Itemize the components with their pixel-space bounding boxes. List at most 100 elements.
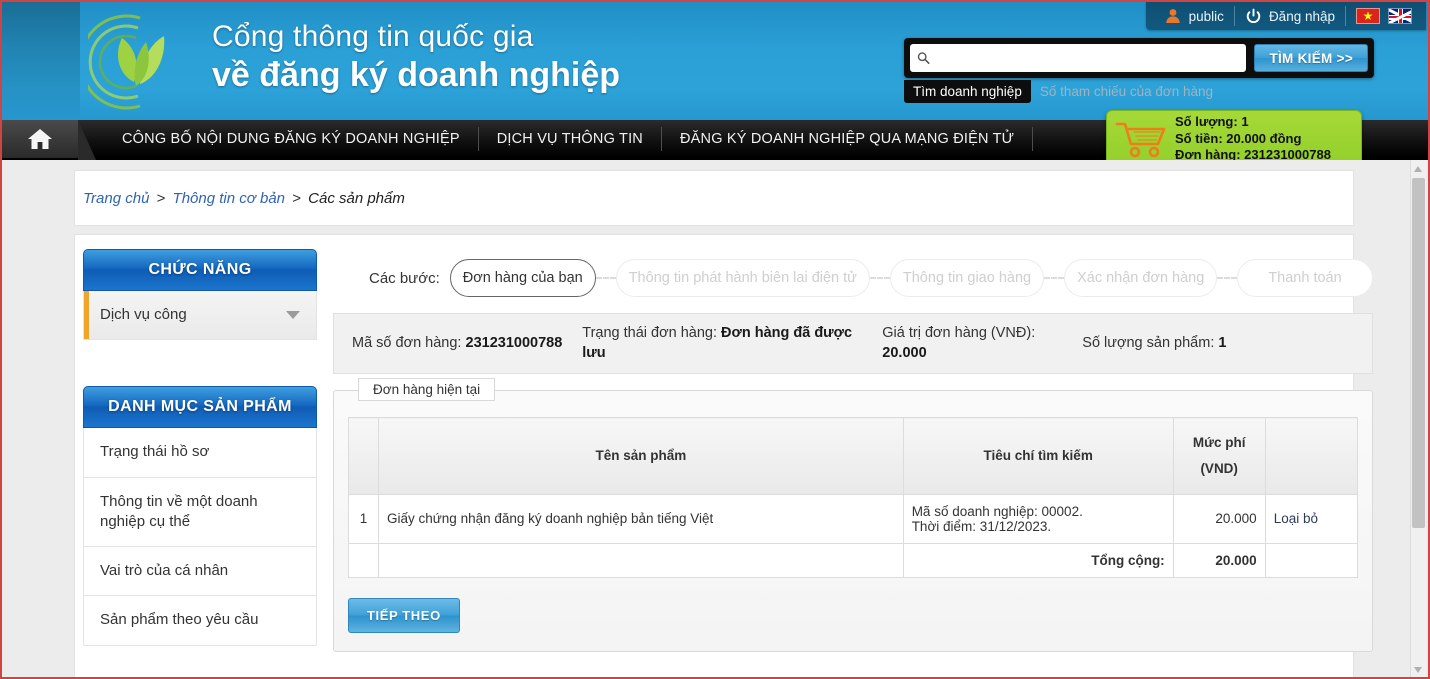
site-header: Cổng thông tin quốc gia về đăng ký doanh… <box>2 2 1428 120</box>
power-icon <box>1246 8 1261 23</box>
search-input-wrap <box>910 44 1247 72</box>
step-thong-tin-phat-hanh[interactable]: Thông tin phát hành biên lai điện tử <box>615 259 870 298</box>
search-tab-business[interactable]: Tìm doanh nghiệp <box>904 80 1031 103</box>
search-tab-order-reference[interactable]: Số tham chiếu của đơn hàng <box>1031 80 1222 103</box>
search-tabs: Tìm doanh nghiệp Số tham chiếu của đơn h… <box>904 80 1374 103</box>
breadcrumb-current: Các sản phẩm <box>308 189 405 207</box>
step-don-hang-cua-ban[interactable]: Đơn hàng của bạn <box>449 259 596 298</box>
site-title-line2: về đăng ký doanh nghiệp <box>212 55 621 94</box>
row-criteria-line2: Thời điểm: 31/12/2023. <box>911 518 1052 534</box>
sidebar-item-thong-tin-doanh-nghiep[interactable]: Thông tin về một doanh nghiệp cụ thể <box>83 477 317 547</box>
order-table-body: 1 Giấy chứng nhận đăng ký doanh nghiệp b… <box>348 493 1358 578</box>
main-navigation: CÔNG BỐ NỘI DUNG ĐĂNG KÝ DOANH NGHIỆP DỊ… <box>2 110 1428 168</box>
flag-vietnam-icon[interactable] <box>1356 8 1380 24</box>
total-value: 20.000 <box>1172 542 1266 578</box>
site-logo[interactable] <box>88 10 208 114</box>
sidebar-item-trang-thai-ho-so[interactable]: Trạng thái hồ sơ <box>83 428 317 478</box>
home-icon <box>28 129 52 149</box>
sidebar-item-dich-vu-cong[interactable]: Dịch vụ công <box>83 291 317 341</box>
step-thong-tin-giao-hang[interactable]: Thông tin giao hàng <box>889 259 1045 298</box>
browser-viewport: Cổng thông tin quốc gia về đăng ký doanh… <box>0 0 1430 679</box>
search-row: TÌM KIẾM >> <box>904 38 1374 78</box>
steps-label: Các bước: <box>369 269 440 287</box>
order-table-head: Tên sản phẩm Tiêu chí tìm kiếm Mức phí (… <box>348 417 1358 495</box>
th-action <box>1264 417 1358 495</box>
order-code-value: 231231000788 <box>465 334 563 351</box>
remove-item-link[interactable]: Loại bỏ <box>1274 511 1318 526</box>
sidebar-catalog-title: DANH MỤC SẢN PHẨM <box>83 386 317 429</box>
th-fee: Mức phí (VND) <box>1172 417 1266 495</box>
sidebar-item-san-pham-theo-yeu-cau[interactable]: Sản phẩm theo yêu cầu <box>83 596 317 646</box>
step-connector-3 <box>1044 277 1065 280</box>
sidebar-item-vai-tro-ca-nhan[interactable]: Vai trò của cá nhân <box>83 547 317 597</box>
step-connector-4 <box>1217 277 1238 280</box>
user-bar: public Đăng nhập <box>1145 2 1426 30</box>
nav-separator-3 <box>1032 127 1034 151</box>
order-qty-label: Số lượng sản phẩm: <box>1082 334 1215 351</box>
site-title: Cổng thông tin quốc gia về đăng ký doanh… <box>212 20 620 94</box>
nav-home-button[interactable] <box>2 120 96 160</box>
account-name: public <box>1188 8 1224 24</box>
sidebar-item-dich-vu-cong-label: Dịch vụ công <box>100 306 187 323</box>
main-column: Các bước: Đơn hàng của bạn Thông tin phá… <box>325 235 1391 677</box>
th-fee-line1: Mức phí <box>1192 435 1246 451</box>
search-button[interactable]: TÌM KIẾM >> <box>1254 44 1368 72</box>
chevron-down-icon <box>286 311 300 320</box>
order-info-strip: Mã số đơn hàng: 231231000788 Trạng thái … <box>333 313 1373 375</box>
cart-quantity: Số lượng: 1 <box>1175 114 1249 130</box>
flag-uk-icon[interactable] <box>1388 8 1412 24</box>
sidebar-functions-title: CHỨC NĂNG <box>83 249 317 291</box>
breadcrumb-separator-1: > <box>156 189 166 207</box>
row-criteria-line1: Mã số doanh nghiệp: 00002. <box>911 503 1083 519</box>
scroll-up-arrow-icon[interactable] <box>1414 166 1422 172</box>
header-left-shade <box>2 2 80 120</box>
total-label: Tổng cộng: <box>902 542 1174 578</box>
search-block: TÌM KIẾM >> Tìm doanh nghiệp Số tham chi… <box>904 38 1374 103</box>
nav-item-cong-bo[interactable]: CÔNG BỐ NỘI DUNG ĐĂNG KÝ DOANH NGHIỆP <box>104 120 478 158</box>
row-index: 1 <box>348 493 379 544</box>
continue-button-wrap: TIẾP TỤC CHỌN SẢN PHẨM <box>341 668 1373 677</box>
order-value-label: Giá trị đơn hàng (VNĐ): <box>882 325 1036 342</box>
row-action: Loại bỏ <box>1264 493 1358 544</box>
total-spacer-action <box>1264 542 1358 578</box>
th-criteria: Tiêu chí tìm kiếm <box>902 417 1174 495</box>
current-order-legend: Đơn hàng hiện tại <box>358 378 496 402</box>
step-thanh-toan[interactable]: Thanh toán <box>1237 259 1373 298</box>
shopping-cart-icon <box>1115 122 1166 158</box>
th-index <box>348 417 379 495</box>
main-card: CHỨC NĂNG Dịch vụ công DANH MỤC SẢN PHẨM… <box>74 234 1373 677</box>
scrollbar-thumb[interactable] <box>1412 178 1425 528</box>
login-label: Đăng nhập <box>1268 8 1335 24</box>
content-wrap: Trang chủ > Thông tin cơ bản > Các sản p… <box>74 160 1373 677</box>
th-product: Tên sản phẩm <box>378 417 904 495</box>
order-value-value: 20.000 <box>882 344 927 361</box>
breadcrumb-card: Trang chủ > Thông tin cơ bản > Các sản p… <box>74 170 1354 226</box>
order-table-header-row: Tên sản phẩm Tiêu chí tìm kiếm Mức phí (… <box>348 417 1358 495</box>
page-scrollbar[interactable] <box>1410 160 1426 677</box>
table-row: 1 Giấy chứng nhận đăng ký doanh nghiệp b… <box>348 493 1358 544</box>
order-value-cell: Giá trị đơn hàng (VNĐ): 20.000 <box>872 324 1072 363</box>
page-area: Trang chủ > Thông tin cơ bản > Các sản p… <box>2 160 1428 677</box>
th-fee-line2: (VND) <box>1200 460 1238 476</box>
row-criteria: Mã số doanh nghiệp: 00002. Thời điểm: 31… <box>902 493 1174 544</box>
step-connector-2 <box>869 277 890 280</box>
order-code-label: Mã số đơn hàng: <box>352 334 462 351</box>
order-table: Tên sản phẩm Tiêu chí tìm kiếm Mức phí (… <box>348 417 1358 578</box>
nav-items: CÔNG BỐ NỘI DUNG ĐĂNG KÝ DOANH NGHIỆP DỊ… <box>104 120 1034 158</box>
breadcrumb-home[interactable]: Trang chủ <box>83 190 149 207</box>
login-segment[interactable]: Đăng nhập <box>1235 2 1345 30</box>
sidebar: CHỨC NĂNG Dịch vụ công DANH MỤC SẢN PHẨM… <box>75 235 325 677</box>
total-spacer-product <box>378 542 904 578</box>
account-segment[interactable]: public <box>1154 2 1234 30</box>
nav-item-dang-ky-qua-mang[interactable]: ĐĂNG KÝ DOANH NGHIỆP QUA MẠNG ĐIỆN TỬ <box>662 120 1032 158</box>
next-button[interactable]: TIẾP THEO <box>348 597 460 633</box>
user-icon <box>1165 9 1180 23</box>
step-xac-nhan-don-hang[interactable]: Xác nhận đơn hàng <box>1064 259 1218 298</box>
scroll-down-arrow-icon[interactable] <box>1414 667 1422 673</box>
nav-item-dich-vu-thong-tin[interactable]: DỊCH VỤ THÔNG TIN <box>479 120 661 158</box>
steps-wizard: Các bước: Đơn hàng của bạn Thông tin phá… <box>333 249 1373 313</box>
cart-lines: Số lượng: 1 Số tiền: 20.000 đồng Đơn hàn… <box>1175 114 1331 164</box>
search-input[interactable] <box>910 44 1247 72</box>
breadcrumb-section[interactable]: Thông tin cơ bản <box>173 190 285 207</box>
